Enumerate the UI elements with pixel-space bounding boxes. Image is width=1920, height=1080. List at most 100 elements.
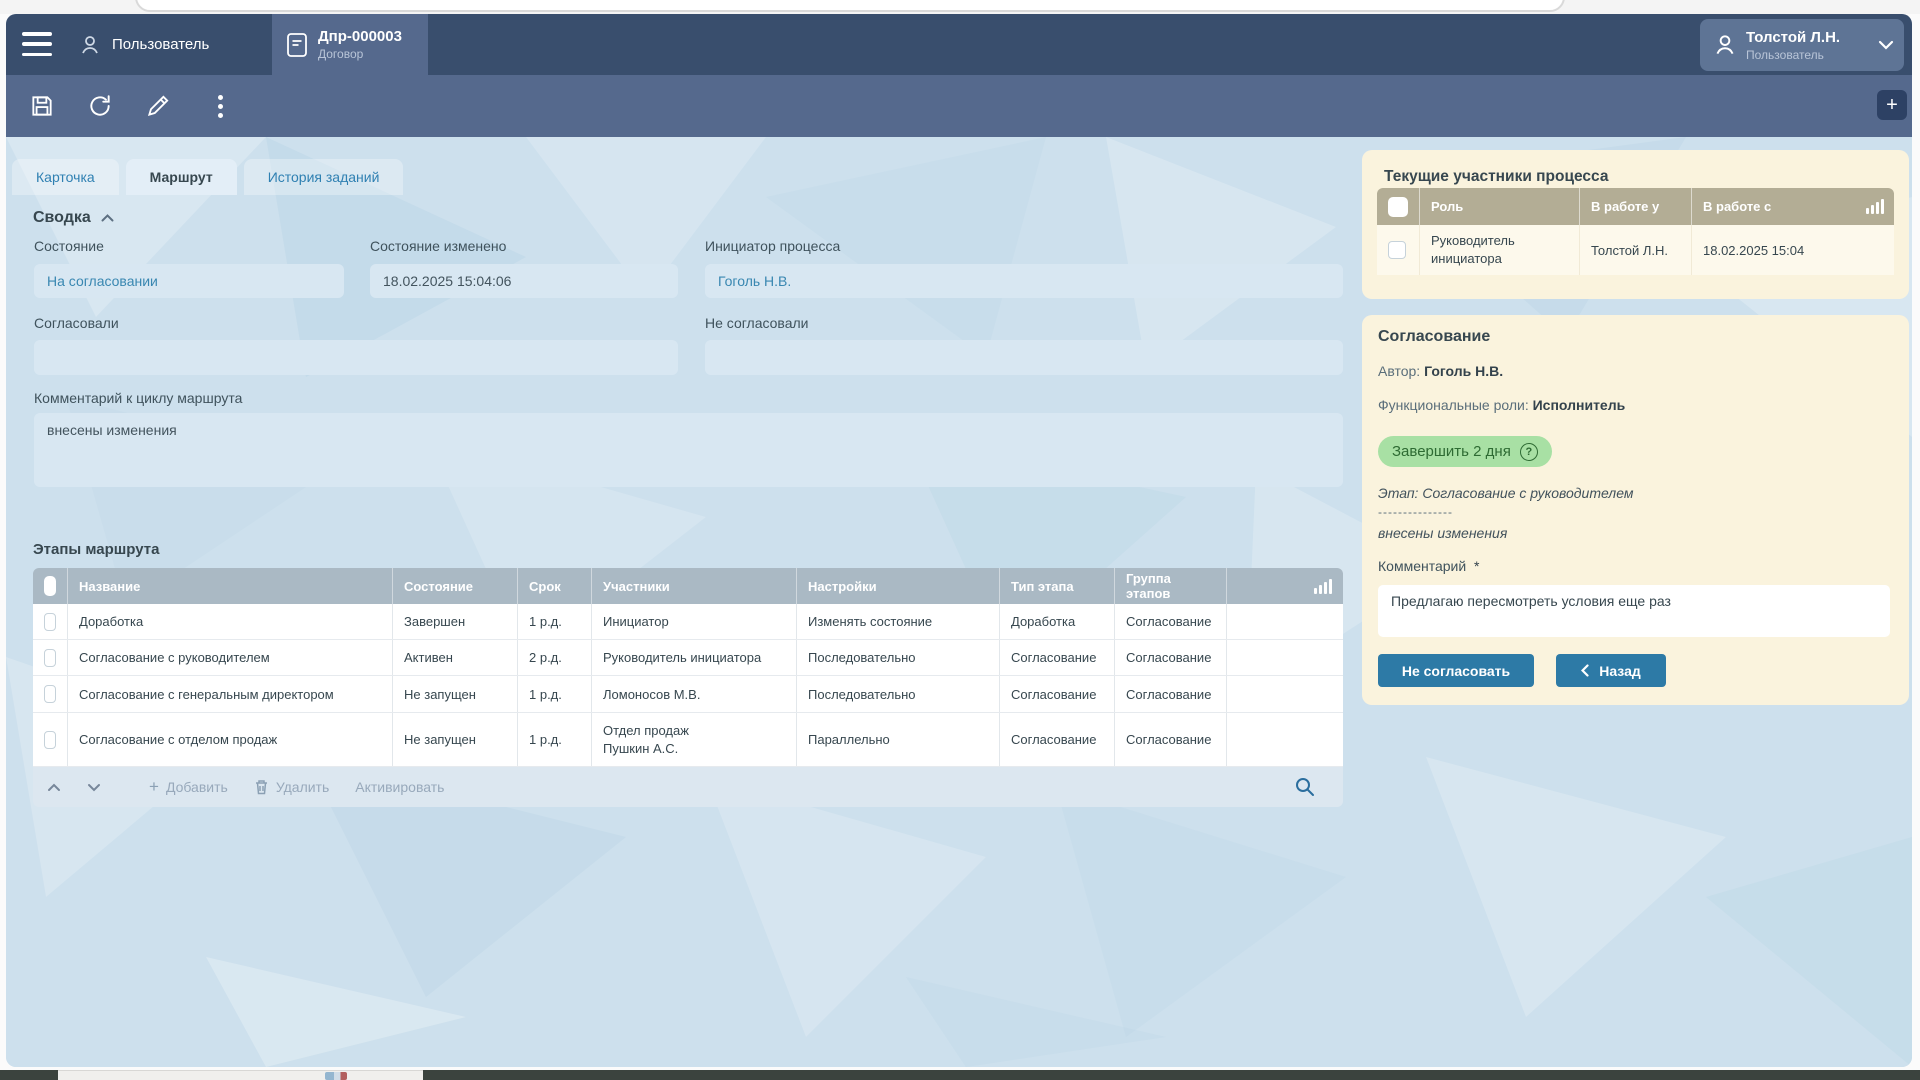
bar-chart-icon[interactable] bbox=[1314, 579, 1332, 594]
stage-row[interactable]: Согласование с руководителем Активен 2 р… bbox=[33, 640, 1343, 676]
select-all-checkbox[interactable] bbox=[1388, 197, 1408, 217]
doc-tab[interactable]: Дпр-000003 Договор bbox=[272, 14, 428, 75]
tab-task-history[interactable]: История заданий bbox=[244, 159, 404, 195]
browser-omnibox-edge bbox=[135, 0, 1565, 12]
initiator-label: Инициатор процесса bbox=[705, 238, 840, 254]
state-label: Состояние bbox=[34, 238, 104, 254]
participants-panel-title: Текущие участники процесса bbox=[1384, 168, 1608, 186]
person-icon bbox=[78, 33, 102, 57]
taskbar-light-segment bbox=[58, 1070, 423, 1080]
stage-row[interactable]: Доработка Завершен 1 р.д. Инициатор Изме… bbox=[33, 604, 1343, 640]
state-field[interactable]: На согласовании bbox=[34, 264, 344, 298]
row-checkbox[interactable] bbox=[44, 685, 56, 703]
route-comment-label: Комментарий к циклу маршрута bbox=[34, 390, 242, 406]
nav-tab-user-section[interactable]: Пользователь bbox=[78, 14, 209, 75]
hamburger-menu-icon[interactable] bbox=[22, 32, 52, 56]
app-titlebar: Пользователь Дпр-000003 Договор bbox=[6, 14, 1912, 75]
approved-label: Согласовали bbox=[34, 315, 119, 331]
note-line: внесены изменения bbox=[1378, 525, 1507, 541]
doc-tab-subtitle: Договор bbox=[318, 47, 402, 61]
user-badge-role: Пользователь bbox=[1746, 48, 1870, 62]
roles-value: Исполнитель bbox=[1533, 397, 1626, 413]
activate-stage-button[interactable]: Активировать bbox=[355, 779, 444, 795]
not-approved-label: Не согласовали bbox=[705, 315, 808, 331]
participants-table: Роль В работе у В работе с Руководитель … bbox=[1377, 188, 1894, 275]
person-icon bbox=[1712, 32, 1738, 58]
tab-route[interactable]: Маршрут bbox=[126, 159, 237, 195]
due-date-badge: Завершить 2 дня ? bbox=[1378, 436, 1552, 467]
col-settings[interactable]: Настройки bbox=[797, 568, 1000, 604]
taskbar-app-glyph bbox=[325, 1072, 347, 1080]
approval-panel-title: Согласование bbox=[1378, 328, 1490, 346]
divider-dashes: --------------- bbox=[1378, 505, 1453, 519]
col-name[interactable]: Название bbox=[68, 568, 393, 604]
document-icon bbox=[286, 32, 308, 58]
doc-tab-title: Дпр-000003 bbox=[318, 28, 402, 47]
stages-section-title: Этапы маршрута bbox=[33, 541, 159, 558]
save-icon[interactable] bbox=[28, 92, 56, 120]
initiator-field[interactable]: Гоголь Н.В. bbox=[705, 264, 1343, 298]
content-area: Карточка Маршрут История заданий Сводка … bbox=[6, 137, 1912, 1067]
stage-row[interactable]: Согласование с отделом продаж Не запущен… bbox=[33, 713, 1343, 767]
required-mark: * bbox=[1474, 558, 1479, 574]
move-down-icon[interactable] bbox=[87, 783, 101, 792]
roles-line: Функциональные роли: Исполнитель bbox=[1378, 397, 1625, 413]
stages-table-footer: + Добавить Удалить Активировать bbox=[33, 767, 1343, 807]
author-line: Автор: Гоголь Н.В. bbox=[1378, 363, 1503, 379]
kebab-menu-icon[interactable] bbox=[206, 92, 234, 120]
back-button[interactable]: Назад bbox=[1556, 654, 1666, 687]
tab-card[interactable]: Карточка bbox=[12, 159, 119, 195]
approved-field bbox=[34, 340, 678, 375]
edit-pencil-icon[interactable] bbox=[144, 92, 172, 120]
app-window: Пользователь Дпр-000003 Договор bbox=[6, 14, 1912, 1067]
add-tab-button[interactable]: + bbox=[1877, 90, 1907, 120]
participants-table-header: Роль В работе у В работе с bbox=[1377, 188, 1894, 225]
bar-chart-icon[interactable] bbox=[1866, 199, 1884, 214]
chevron-up-icon[interactable] bbox=[101, 214, 114, 222]
col-assignee[interactable]: В работе у bbox=[1580, 188, 1692, 225]
comment-label: Комментарий * bbox=[1378, 558, 1479, 574]
participants-panel: Текущие участники процесса Роль В работе… bbox=[1362, 150, 1909, 299]
state-changed-field: 18.02.2025 15:04:06 bbox=[370, 264, 678, 298]
move-up-icon[interactable] bbox=[47, 783, 61, 792]
col-state[interactable]: Состояние bbox=[393, 568, 518, 604]
refresh-icon[interactable] bbox=[86, 92, 114, 120]
stage-line: Этап: Согласование с руководителем bbox=[1378, 485, 1633, 501]
select-all-checkbox[interactable] bbox=[44, 576, 56, 596]
author-value: Гоголь Н.В. bbox=[1424, 363, 1503, 379]
user-badge[interactable]: Толстой Л.Н. Пользователь bbox=[1700, 19, 1904, 71]
row-checkbox[interactable] bbox=[1388, 241, 1406, 259]
user-badge-name: Толстой Л.Н. bbox=[1746, 28, 1870, 48]
col-group[interactable]: Группа этапов bbox=[1115, 568, 1227, 604]
row-checkbox[interactable] bbox=[44, 649, 56, 667]
comment-textarea[interactable]: Предлагаю пересмотреть условия еще раз bbox=[1378, 585, 1890, 637]
summary-section-title: Сводка bbox=[33, 209, 114, 227]
user-tab-label: Пользователь bbox=[112, 36, 209, 53]
not-approved-field bbox=[705, 340, 1343, 375]
desktop-screen: Пользователь Дпр-000003 Договор bbox=[0, 0, 1920, 1080]
trash-icon bbox=[254, 779, 269, 795]
chevron-down-icon bbox=[1878, 40, 1894, 50]
stages-table: Название Состояние Срок Участники Настро… bbox=[33, 568, 1343, 807]
col-type[interactable]: Тип этапа bbox=[1000, 568, 1115, 604]
reject-button[interactable]: Не согласовать bbox=[1378, 654, 1534, 687]
participant-row[interactable]: Руководитель инициатора Толстой Л.Н. 18.… bbox=[1377, 225, 1894, 275]
col-role[interactable]: Роль bbox=[1420, 188, 1580, 225]
approval-panel: Согласование Автор: Гоголь Н.В. Функцион… bbox=[1362, 315, 1909, 705]
col-participants[interactable]: Участники bbox=[592, 568, 797, 604]
add-stage-button[interactable]: + Добавить bbox=[149, 777, 228, 797]
row-checkbox[interactable] bbox=[44, 613, 56, 631]
search-icon[interactable] bbox=[1294, 776, 1315, 797]
browser-top-strip bbox=[0, 0, 1920, 14]
plus-icon: + bbox=[149, 777, 159, 797]
col-term[interactable]: Срок bbox=[518, 568, 592, 604]
row-checkbox[interactable] bbox=[44, 731, 56, 749]
question-circle-icon[interactable]: ? bbox=[1520, 443, 1538, 461]
route-comment-field: внесены изменения bbox=[34, 413, 1343, 487]
page-tabs: Карточка Маршрут История заданий bbox=[12, 159, 403, 195]
chevron-left-icon bbox=[1581, 664, 1589, 677]
app-toolbar: + bbox=[6, 75, 1912, 137]
state-changed-label: Состояние изменено bbox=[370, 238, 506, 254]
stage-row[interactable]: Согласование с генеральным директором Не… bbox=[33, 676, 1343, 713]
delete-stage-button[interactable]: Удалить bbox=[254, 779, 329, 795]
